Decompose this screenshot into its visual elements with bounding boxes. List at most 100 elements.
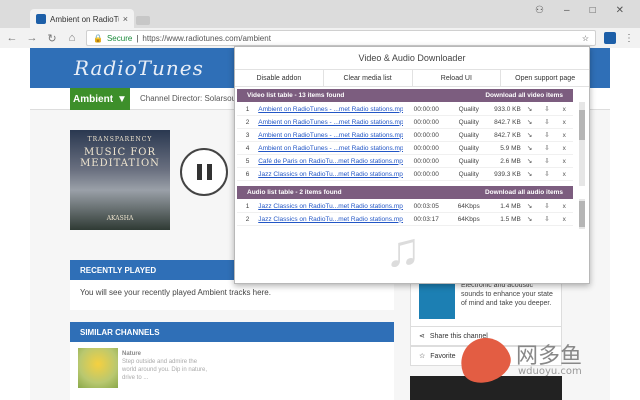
quality: Quality (458, 170, 479, 178)
duration: 00:00:00 (413, 131, 439, 139)
close-window-button[interactable]: ✕ (616, 5, 624, 16)
download-all-audio-button[interactable]: Download all audio items (485, 189, 563, 196)
download-icon[interactable]: ⇩ (538, 170, 555, 178)
file-name-link[interactable]: Jazz Classics on RadioTu...met Radio sta… (258, 171, 403, 178)
file-name-link[interactable]: Ambient on RadioTunes - ...met Radio sta… (258, 119, 403, 126)
new-tab-button[interactable] (136, 16, 150, 25)
video-list-title: Video list table - 13 items found (247, 92, 345, 99)
file-name-link[interactable]: Ambient on RadioTunes - ...met Radio sta… (258, 106, 403, 113)
remove-icon[interactable]: x (556, 171, 573, 178)
file-name-link[interactable]: Jazz Classics on RadioTu...met Radio sta… (258, 203, 403, 210)
audio-scrollbar-thumb[interactable] (579, 201, 585, 227)
watermark: 网多鱼 wduoyu.com (453, 330, 630, 390)
pause-button[interactable] (180, 148, 228, 196)
duration: 00:00:00 (413, 157, 439, 165)
open-link-icon[interactable]: ↘ (521, 118, 538, 126)
home-icon[interactable]: ⌂ (66, 32, 78, 44)
downloader-popup: Video & Audio Downloader Disable addon C… (234, 46, 590, 284)
video-scrollbar[interactable] (579, 102, 585, 186)
download-icon[interactable]: ⇩ (538, 105, 555, 113)
duration: 00:00:00 (413, 144, 439, 152)
nature-channel-text[interactable]: Nature Step outside and admire the world… (122, 350, 212, 382)
album-art: TRANSPARENCY MUSIC FOR MEDITATION AKASHA (70, 130, 170, 230)
table-row: 2 Ambient on RadioTunes - ...met Radio st… (237, 116, 573, 129)
clear-media-list-button[interactable]: Clear media list (324, 70, 413, 86)
separator: | (136, 33, 139, 43)
duration: 00:00:00 (413, 170, 439, 178)
quality: 64Kbps (457, 202, 480, 210)
address-bar[interactable]: 🔒 Secure | https://www.radiotunes.com/am… (86, 30, 596, 46)
open-link-icon[interactable]: ↘ (521, 144, 538, 152)
open-link-icon[interactable]: ↘ (521, 157, 538, 165)
bookmark-star-icon[interactable]: ☆ (582, 34, 589, 43)
reload-ui-button[interactable]: Reload UI (413, 70, 502, 86)
genre-label: Ambient (73, 93, 114, 105)
favicon-icon (36, 14, 46, 24)
table-row: 4 Ambient on RadioTunes - ...met Radio st… (237, 142, 573, 155)
audio-list-header: Audio list table - 2 items found Downloa… (237, 186, 573, 199)
row-number: 2 (245, 215, 250, 223)
music-note-icon: ♫ (385, 224, 421, 277)
remove-icon[interactable]: x (556, 145, 573, 152)
maximize-button[interactable]: □ (590, 5, 596, 16)
video-scrollbar-thumb[interactable] (579, 110, 585, 140)
open-link-icon[interactable]: ↘ (521, 202, 538, 210)
remove-icon[interactable]: x (556, 132, 573, 139)
row-number: 1 (245, 105, 250, 113)
pause-bar-icon (206, 164, 212, 180)
site-logo[interactable]: RadioTunes (74, 56, 204, 80)
file-name-link[interactable]: Ambient on RadioTunes - ...met Radio sta… (258, 132, 403, 139)
open-link-icon[interactable]: ↘ (521, 105, 538, 113)
open-link-icon[interactable]: ↘ (521, 131, 538, 139)
file-size: 939.3 KB (494, 170, 521, 178)
quality: Quality (458, 105, 479, 113)
open-link-icon[interactable]: ↘ (521, 170, 538, 178)
url-text[interactable]: https://www.radiotunes.com/ambient (142, 34, 271, 43)
quality: Quality (458, 144, 479, 152)
download-icon[interactable]: ⇩ (538, 118, 555, 126)
download-icon[interactable]: ⇩ (538, 157, 555, 165)
row-number: 4 (245, 144, 250, 152)
open-link-icon[interactable]: ↘ (521, 215, 538, 223)
disable-addon-button[interactable]: Disable addon (235, 70, 324, 86)
download-icon[interactable]: ⇩ (538, 215, 555, 223)
genre-dropdown[interactable]: Ambient ▼ (70, 88, 130, 110)
minimize-button[interactable]: – (564, 5, 570, 16)
remove-icon[interactable]: x (556, 158, 573, 165)
file-name-link[interactable]: Café de Paris on RadioTu...met Radio sta… (258, 158, 403, 165)
fish-logo-icon (453, 330, 517, 390)
secure-label: Secure (106, 33, 133, 43)
file-size: 842.7 KB (494, 131, 521, 139)
file-size: 1.5 MB (500, 215, 521, 223)
file-size: 2.6 MB (500, 157, 521, 165)
row-number: 5 (245, 157, 250, 165)
table-row: 1 Ambient on RadioTunes - ...met Radio st… (237, 103, 573, 116)
remove-icon[interactable]: x (556, 203, 573, 210)
album-line1: TRANSPARENCY (87, 136, 153, 143)
nature-thumbnail[interactable] (78, 348, 118, 388)
download-icon[interactable]: ⇩ (538, 131, 555, 139)
remove-icon[interactable]: x (556, 119, 573, 126)
file-name-link[interactable]: Ambient on RadioTunes - ...met Radio sta… (258, 145, 403, 152)
remove-icon[interactable]: x (556, 106, 573, 113)
duration: 00:00:00 (413, 118, 439, 126)
profile-icon[interactable]: ⚇ (535, 5, 544, 16)
table-row: 1 Jazz Classics on RadioTu...met Radio st… (237, 200, 573, 213)
close-tab-icon[interactable]: × (123, 14, 128, 24)
tab-title: Ambient on RadioTunes (50, 14, 119, 24)
reload-icon[interactable]: ↻ (46, 32, 58, 45)
download-icon[interactable]: ⇩ (538, 202, 555, 210)
quality: Quality (458, 118, 479, 126)
open-support-page-button[interactable]: Open support page (501, 70, 589, 86)
download-all-video-button[interactable]: Download all video items (485, 92, 563, 99)
download-icon[interactable]: ⇩ (538, 144, 555, 152)
forward-icon[interactable]: → (26, 32, 38, 44)
audio-scrollbar[interactable] (579, 199, 585, 229)
back-icon[interactable]: ← (6, 32, 18, 44)
file-name-link[interactable]: Jazz Classics on RadioTu...met Radio sta… (258, 216, 403, 223)
remove-icon[interactable]: x (556, 216, 573, 223)
menu-icon[interactable]: ⋮ (624, 33, 634, 44)
downloader-extension-icon[interactable] (604, 32, 616, 44)
file-size: 933.0 KB (494, 105, 521, 113)
browser-tab[interactable]: Ambient on RadioTunes × (30, 9, 134, 29)
